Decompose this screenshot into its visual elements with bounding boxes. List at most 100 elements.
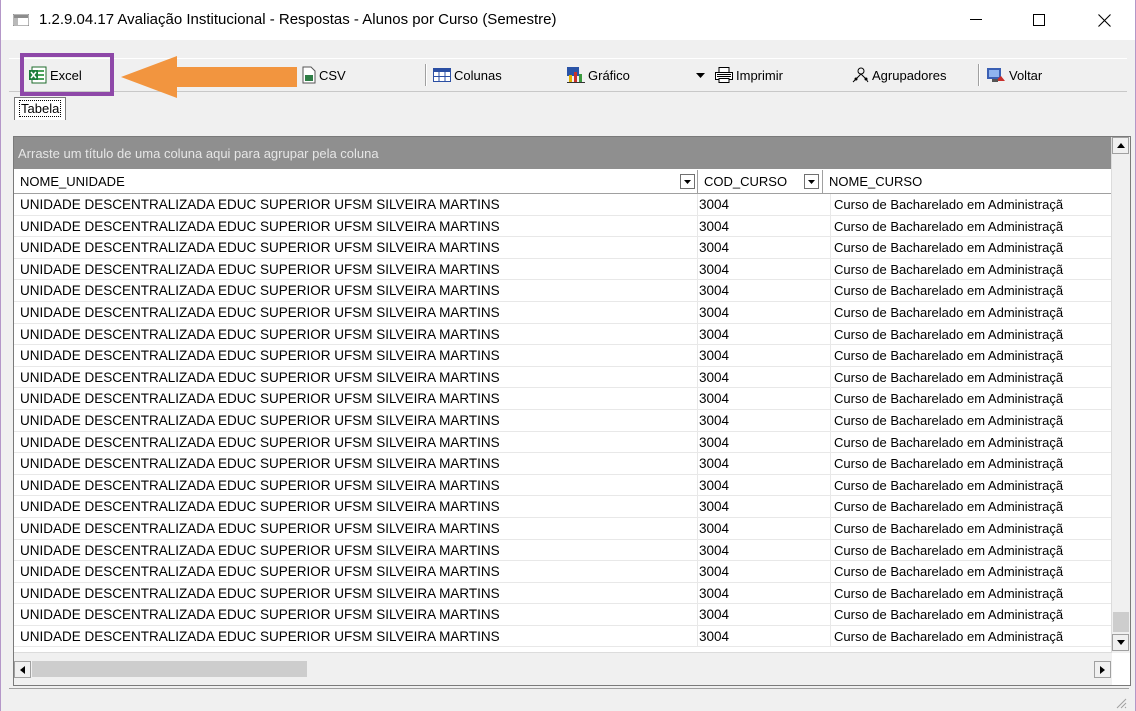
cell-nome-unidade[interactable]: UNIDADE DESCENTRALIZADA EDUC SUPERIOR UF… xyxy=(20,302,686,323)
cell-cod-curso[interactable]: 3004 xyxy=(697,539,824,561)
cell-nome-unidade[interactable]: UNIDADE DESCENTRALIZADA EDUC SUPERIOR UF… xyxy=(20,583,686,604)
cell-nome-curso[interactable]: Curso de Bacharelado em Administraçã xyxy=(830,388,1116,410)
horizontal-scrollbar[interactable] xyxy=(14,652,1112,685)
cell-nome-curso[interactable]: Curso de Bacharelado em Administraçã xyxy=(830,301,1116,323)
imprimir-button[interactable]: Imprimir xyxy=(715,63,783,87)
cell-nome-curso[interactable]: Curso de Bacharelado em Administraçã xyxy=(830,453,1116,475)
table-row[interactable]: UNIDADE DESCENTRALIZADA EDUC SUPERIOR UF… xyxy=(14,388,1112,410)
table-row[interactable]: UNIDADE DESCENTRALIZADA EDUC SUPERIOR UF… xyxy=(14,215,1112,238)
cell-cod-curso[interactable]: 3004 xyxy=(697,237,824,259)
cell-cod-curso[interactable]: 3004 xyxy=(697,215,824,237)
cell-nome-curso[interactable]: Curso de Bacharelado em Administraçã xyxy=(830,561,1116,583)
cell-nome-curso[interactable]: Curso de Bacharelado em Administraçã xyxy=(830,539,1116,561)
cell-nome-curso[interactable]: Curso de Bacharelado em Administraçã xyxy=(830,496,1116,518)
table-row[interactable]: UNIDADE DESCENTRALIZADA EDUC SUPERIOR UF… xyxy=(14,301,1112,324)
vertical-scroll-thumb[interactable] xyxy=(1113,612,1129,632)
cell-cod-curso[interactable]: 3004 xyxy=(697,517,824,539)
cell-nome-unidade[interactable]: UNIDADE DESCENTRALIZADA EDUC SUPERIOR UF… xyxy=(20,237,686,258)
cell-cod-curso[interactable]: 3004 xyxy=(697,280,824,302)
cell-nome-curso[interactable]: Curso de Bacharelado em Administraçã xyxy=(830,409,1116,431)
cell-nome-curso[interactable]: Curso de Bacharelado em Administraçã xyxy=(830,280,1116,302)
cell-nome-unidade[interactable]: UNIDADE DESCENTRALIZADA EDUC SUPERIOR UF… xyxy=(20,604,686,625)
column-header-cod-curso[interactable]: COD_CURSO xyxy=(697,170,797,194)
cell-nome-curso[interactable]: Curso de Bacharelado em Administraçã xyxy=(830,474,1116,496)
cell-cod-curso[interactable]: 3004 xyxy=(697,345,824,367)
cell-nome-curso[interactable]: Curso de Bacharelado em Administraçã xyxy=(830,625,1116,647)
cell-nome-curso[interactable]: Curso de Bacharelado em Administraçã xyxy=(830,604,1116,626)
table-row[interactable]: UNIDADE DESCENTRALIZADA EDUC SUPERIOR UF… xyxy=(14,345,1112,367)
cell-cod-curso[interactable]: 3004 xyxy=(697,258,824,280)
column-filter-nome-unidade[interactable] xyxy=(680,174,695,189)
scroll-down-button[interactable] xyxy=(1112,634,1129,651)
csv-button[interactable]: CSV xyxy=(302,63,346,87)
cell-nome-curso[interactable]: Curso de Bacharelado em Administraçã xyxy=(830,431,1116,453)
cell-cod-curso[interactable]: 3004 xyxy=(697,625,824,647)
cell-cod-curso[interactable]: 3004 xyxy=(697,431,824,453)
table-row[interactable]: UNIDADE DESCENTRALIZADA EDUC SUPERIOR UF… xyxy=(14,453,1112,475)
cell-nome-unidade[interactable]: UNIDADE DESCENTRALIZADA EDUC SUPERIOR UF… xyxy=(20,432,686,453)
cell-nome-curso[interactable]: Curso de Bacharelado em Administraçã xyxy=(830,237,1116,259)
cell-nome-unidade[interactable]: UNIDADE DESCENTRALIZADA EDUC SUPERIOR UF… xyxy=(20,259,686,280)
cell-nome-curso[interactable]: Curso de Bacharelado em Administraçã xyxy=(830,345,1116,367)
cell-nome-curso[interactable]: Curso de Bacharelado em Administraçã xyxy=(830,366,1116,388)
cell-nome-unidade[interactable]: UNIDADE DESCENTRALIZADA EDUC SUPERIOR UF… xyxy=(20,194,686,215)
table-row[interactable]: UNIDADE DESCENTRALIZADA EDUC SUPERIOR UF… xyxy=(14,539,1112,562)
table-row[interactable]: UNIDADE DESCENTRALIZADA EDUC SUPERIOR UF… xyxy=(14,496,1112,518)
cell-cod-curso[interactable]: 3004 xyxy=(697,409,824,431)
cell-nome-curso[interactable]: Curso de Bacharelado em Administraçã xyxy=(830,582,1116,604)
cell-nome-unidade[interactable]: UNIDADE DESCENTRALIZADA EDUC SUPERIOR UF… xyxy=(20,367,686,388)
scroll-right-button[interactable] xyxy=(1094,661,1111,678)
table-row[interactable]: UNIDADE DESCENTRALIZADA EDUC SUPERIOR UF… xyxy=(14,604,1112,626)
table-row[interactable]: UNIDADE DESCENTRALIZADA EDUC SUPERIOR UF… xyxy=(14,237,1112,259)
table-row[interactable]: UNIDADE DESCENTRALIZADA EDUC SUPERIOR UF… xyxy=(14,409,1112,432)
cell-cod-curso[interactable]: 3004 xyxy=(697,301,824,323)
maximize-button[interactable] xyxy=(1016,0,1062,40)
table-row[interactable]: UNIDADE DESCENTRALIZADA EDUC SUPERIOR UF… xyxy=(14,280,1112,302)
table-row[interactable]: UNIDADE DESCENTRALIZADA EDUC SUPERIOR UF… xyxy=(14,625,1112,648)
column-header-nome-curso[interactable]: NOME_CURSO xyxy=(822,170,1112,194)
cell-nome-curso[interactable]: Curso de Bacharelado em Administraçã xyxy=(830,215,1116,237)
cell-cod-curso[interactable]: 3004 xyxy=(697,474,824,496)
cell-nome-unidade[interactable]: UNIDADE DESCENTRALIZADA EDUC SUPERIOR UF… xyxy=(20,453,686,474)
cell-nome-unidade[interactable]: UNIDADE DESCENTRALIZADA EDUC SUPERIOR UF… xyxy=(20,324,686,345)
table-row[interactable]: UNIDADE DESCENTRALIZADA EDUC SUPERIOR UF… xyxy=(14,561,1112,583)
cell-cod-curso[interactable]: 3004 xyxy=(697,388,824,410)
cell-nome-unidade[interactable]: UNIDADE DESCENTRALIZADA EDUC SUPERIOR UF… xyxy=(20,475,686,496)
cell-nome-unidade[interactable]: UNIDADE DESCENTRALIZADA EDUC SUPERIOR UF… xyxy=(20,280,686,301)
cell-nome-curso[interactable]: Curso de Bacharelado em Administraçã xyxy=(830,323,1116,345)
colunas-button[interactable]: Colunas xyxy=(433,63,502,87)
cell-nome-unidade[interactable]: UNIDADE DESCENTRALIZADA EDUC SUPERIOR UF… xyxy=(20,388,686,409)
tab-tabela[interactable]: Tabela xyxy=(14,97,67,120)
cell-cod-curso[interactable]: 3004 xyxy=(697,582,824,604)
cell-nome-unidade[interactable]: UNIDADE DESCENTRALIZADA EDUC SUPERIOR UF… xyxy=(20,540,686,561)
cell-cod-curso[interactable]: 3004 xyxy=(697,604,824,626)
cell-nome-unidade[interactable]: UNIDADE DESCENTRALIZADA EDUC SUPERIOR UF… xyxy=(20,626,686,647)
table-row[interactable]: UNIDADE DESCENTRALIZADA EDUC SUPERIOR UF… xyxy=(14,366,1112,389)
table-row[interactable]: UNIDADE DESCENTRALIZADA EDUC SUPERIOR UF… xyxy=(14,258,1112,281)
scroll-left-button[interactable] xyxy=(14,661,31,678)
cell-nome-unidade[interactable]: UNIDADE DESCENTRALIZADA EDUC SUPERIOR UF… xyxy=(20,518,686,539)
cell-cod-curso[interactable]: 3004 xyxy=(697,323,824,345)
minimize-button[interactable] xyxy=(953,0,999,40)
table-row[interactable]: UNIDADE DESCENTRALIZADA EDUC SUPERIOR UF… xyxy=(14,431,1112,454)
table-row[interactable]: UNIDADE DESCENTRALIZADA EDUC SUPERIOR UF… xyxy=(14,323,1112,346)
table-row[interactable]: UNIDADE DESCENTRALIZADA EDUC SUPERIOR UF… xyxy=(14,582,1112,605)
cell-cod-curso[interactable]: 3004 xyxy=(697,496,824,518)
group-by-panel[interactable]: Arraste um título de uma coluna aqui par… xyxy=(14,137,1112,169)
cell-nome-unidade[interactable]: UNIDADE DESCENTRALIZADA EDUC SUPERIOR UF… xyxy=(20,561,686,582)
cell-cod-curso[interactable]: 3004 xyxy=(697,561,824,583)
horizontal-scroll-thumb[interactable] xyxy=(32,661,307,677)
agrupadores-button[interactable]: Agrupadores xyxy=(851,63,946,87)
voltar-button[interactable]: Voltar xyxy=(986,63,1042,87)
cell-cod-curso[interactable]: 3004 xyxy=(697,194,824,215)
cell-nome-unidade[interactable]: UNIDADE DESCENTRALIZADA EDUC SUPERIOR UF… xyxy=(20,496,686,517)
cell-nome-curso[interactable]: Curso de Bacharelado em Administraçã xyxy=(830,517,1116,539)
column-filter-cod-curso[interactable] xyxy=(804,174,819,189)
cell-nome-curso[interactable]: Curso de Bacharelado em Administraçã xyxy=(830,194,1116,215)
cell-cod-curso[interactable]: 3004 xyxy=(697,366,824,388)
cell-nome-unidade[interactable]: UNIDADE DESCENTRALIZADA EDUC SUPERIOR UF… xyxy=(20,345,686,366)
close-button[interactable] xyxy=(1081,0,1127,40)
cell-nome-curso[interactable]: Curso de Bacharelado em Administraçã xyxy=(830,258,1116,280)
cell-nome-unidade[interactable]: UNIDADE DESCENTRALIZADA EDUC SUPERIOR UF… xyxy=(20,410,686,431)
vertical-scrollbar[interactable] xyxy=(1111,137,1130,653)
